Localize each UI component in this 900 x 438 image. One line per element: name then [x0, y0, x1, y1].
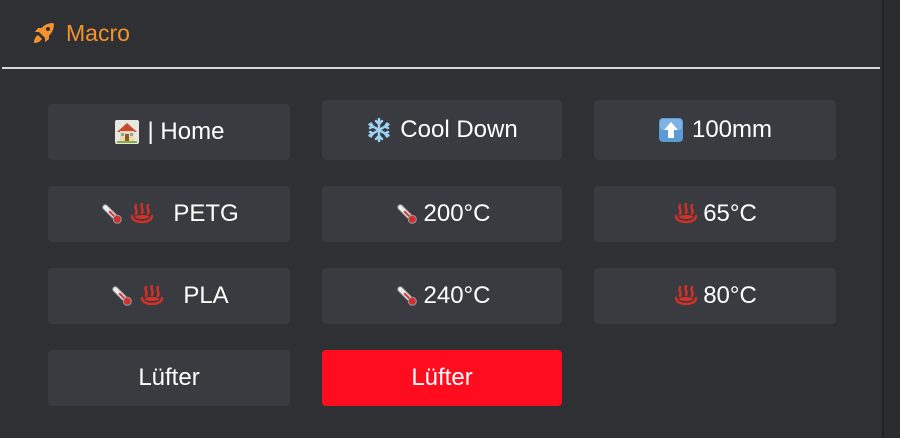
cool-down-button[interactable]: Cool Down	[322, 100, 562, 160]
side-scroll-strip	[882, 0, 900, 438]
nozzle-200-label: 200°C	[423, 200, 491, 227]
fan-on-label: Lüfter	[138, 364, 200, 391]
petg-button-label: PETG	[173, 200, 239, 227]
nozzle-200-button[interactable]: 200°C	[322, 186, 562, 242]
fan-off-label: Lüfter	[411, 364, 473, 391]
header-divider	[2, 67, 880, 69]
thermometer-icon	[394, 201, 420, 227]
nozzle-240-label: 240°C	[423, 282, 491, 309]
macro-panel: Macro | Home Cool Down 100mm PETG 200°C …	[0, 0, 882, 438]
hot-springs-icon	[129, 201, 155, 227]
bed-80-label: 80°C	[703, 282, 757, 309]
hot-springs-icon	[673, 201, 699, 227]
nozzle-240-button[interactable]: 240°C	[322, 268, 562, 324]
cool-down-button-label: Cool Down	[400, 116, 518, 143]
rocket-icon	[31, 20, 57, 46]
bed-65-label: 65°C	[703, 200, 757, 227]
snowflake-icon	[366, 117, 392, 143]
hot-springs-icon	[673, 283, 699, 309]
house-icon	[114, 119, 140, 145]
page-title: Macro	[66, 20, 130, 46]
preheat-pla-button[interactable]: PLA	[48, 268, 290, 324]
bed-80-button[interactable]: 80°C	[594, 268, 836, 324]
pla-button-label: PLA	[183, 282, 229, 309]
thermometer-icon	[99, 201, 125, 227]
fan-off-button[interactable]: Lüfter	[322, 350, 562, 406]
hot-springs-icon	[139, 283, 165, 309]
thermometer-icon	[109, 283, 135, 309]
home-button-label: | Home	[147, 118, 225, 145]
bed-65-button[interactable]: 65°C	[594, 186, 836, 242]
fan-on-button[interactable]: Lüfter	[48, 350, 290, 406]
panel-header: Macro	[0, 0, 882, 68]
preheat-petg-button[interactable]: PETG	[48, 186, 290, 242]
arrow-up-icon	[658, 117, 684, 143]
home-button[interactable]: | Home	[48, 104, 290, 160]
thermometer-icon	[394, 283, 420, 309]
move-up-100mm-button[interactable]: 100mm	[594, 100, 836, 160]
move-up-button-label: 100mm	[691, 116, 773, 143]
